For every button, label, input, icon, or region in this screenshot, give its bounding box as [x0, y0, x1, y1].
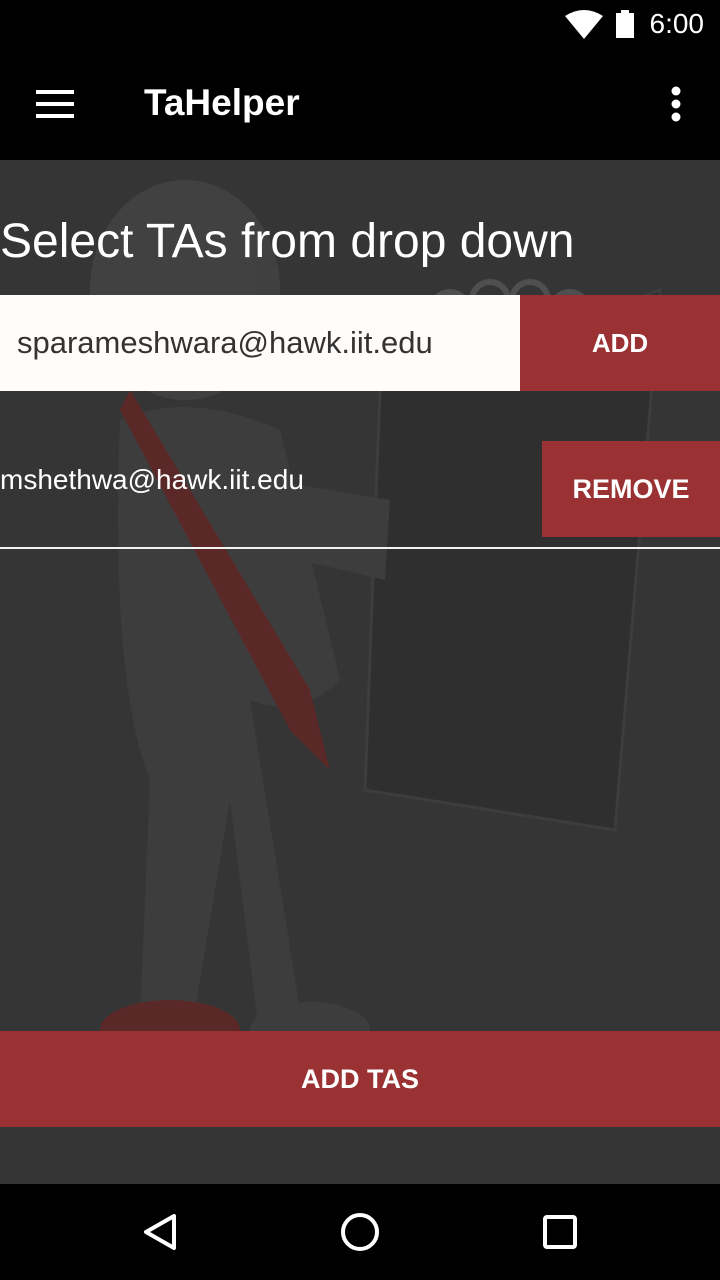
app-title: TaHelper: [144, 82, 300, 123]
battery-icon: [615, 10, 635, 43]
wifi-icon: [565, 10, 603, 45]
status-bar: 6:00: [0, 0, 720, 48]
remove-button[interactable]: REMOVE: [542, 441, 720, 537]
add-tas-button[interactable]: ADD TAS: [0, 1031, 720, 1127]
ta-email: mshethwa@hawk.iit.edu: [0, 464, 304, 495]
overflow-menu-button[interactable]: [652, 72, 700, 136]
app-bar: TaHelper: [0, 48, 720, 160]
overflow-menu-icon: [671, 86, 681, 122]
page-heading: Select TAs from drop down: [0, 215, 575, 268]
ta-dropdown[interactable]: sparameshwara@hawk.iit.edu: [0, 295, 520, 391]
list-item: mshethwa@hawk.iit.edu REMOVE: [0, 440, 720, 550]
recents-button[interactable]: [530, 1204, 590, 1260]
content-area: Select TAs from drop down sparameshwara@…: [0, 160, 720, 1184]
status-time: 6:00: [649, 8, 705, 39]
ta-dropdown-value: sparameshwara@hawk.iit.edu: [17, 325, 433, 360]
home-icon: [341, 1213, 379, 1251]
recents-icon: [543, 1215, 577, 1249]
menu-icon: [36, 90, 74, 118]
home-button[interactable]: [330, 1204, 390, 1260]
back-button[interactable]: [130, 1204, 190, 1260]
add-button[interactable]: ADD: [520, 295, 720, 391]
menu-button[interactable]: [20, 70, 92, 138]
back-icon: [144, 1214, 176, 1250]
list-divider: [0, 547, 720, 549]
navigation-bar: [0, 1184, 720, 1280]
